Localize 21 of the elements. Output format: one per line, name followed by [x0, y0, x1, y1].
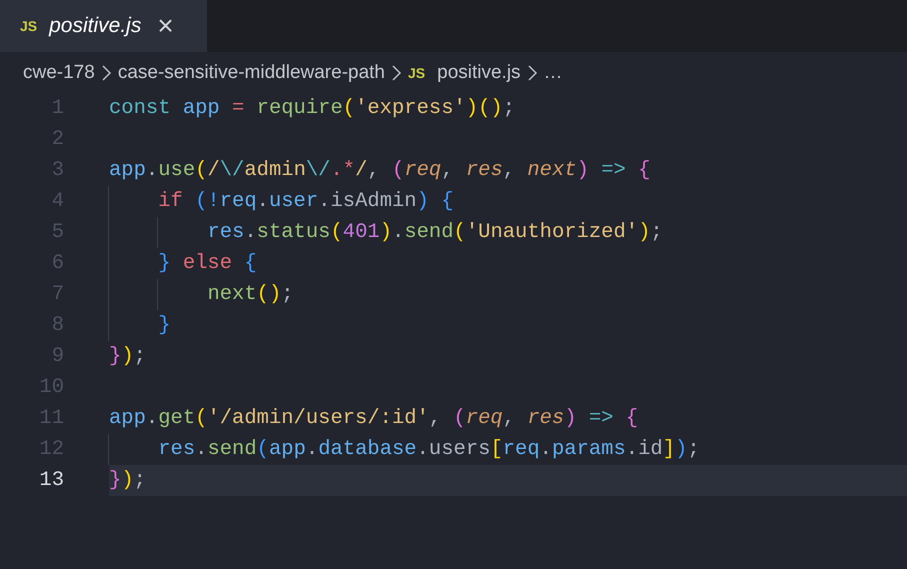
code-line: app.get('/admin/users/:id', (req, res) => {	[109, 406, 640, 432]
chevron-icon	[526, 64, 538, 82]
breadcrumb-more[interactable]: …	[544, 62, 563, 84]
line-number: 13	[38, 469, 64, 492]
chevron-icon	[390, 64, 402, 82]
code-line: const app = require('express')();	[109, 96, 516, 122]
breadcrumb-item[interactable]: cwe-178	[23, 62, 95, 84]
breadcrumb-item[interactable]: case-sensitive-middleware-path	[118, 62, 385, 84]
close-button[interactable]: ×	[157, 12, 174, 40]
file-type-label: JS	[20, 18, 38, 34]
code-line: });	[109, 344, 147, 370]
code-line: }	[109, 310, 907, 341]
code-line: } else {	[109, 248, 907, 279]
code-line: res.status(401).send('Unauthorized');	[109, 217, 907, 248]
breadcrumb-item[interactable]: positive.js	[437, 62, 521, 84]
code-line: next();	[109, 279, 907, 310]
code-line: app.use(/\/admin\/.*/, (req, res, next) => {	[109, 158, 652, 184]
file-type-label: JS	[408, 64, 426, 80]
code-line: if (!req.user.isAdmin) {	[109, 186, 907, 217]
editor-tab[interactable]: JS positive.js ×	[0, 0, 207, 52]
chevron-icon	[100, 64, 112, 82]
